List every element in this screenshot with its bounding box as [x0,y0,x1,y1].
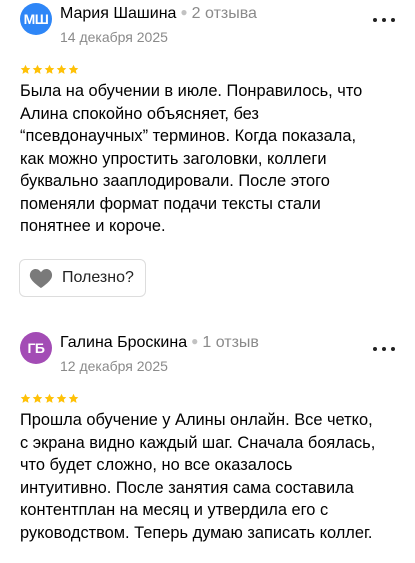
star-icon [32,64,43,74]
review-text-line: контентплан на месяц и утвердила его с [20,501,329,519]
author-name[interactable]: Мария Шашина [60,5,176,22]
review-text: Прошла обучение у Алины онлайн. Все четк… [20,409,405,544]
review-text-line: с экрана видно каждый шаг. Сначала бояла… [20,433,376,452]
star-icon [56,393,67,403]
avatar[interactable]: МШ [20,3,52,35]
separator-dot-icon: ● [180,5,188,19]
more-dots-icon[interactable] [373,344,395,354]
more-dots-icon[interactable] [373,15,395,25]
author-review-count: 2 отзыва [191,5,257,22]
review-text-line: как можно упростить заголовки, коллеги [20,149,327,168]
review-text-line: руководством. Теперь думаю записать колл… [20,523,373,542]
review-text: Была на обучении в июле. Понравилось, чт… [20,80,405,238]
star-icon [20,64,31,74]
avatar[interactable]: ГБ [20,332,52,364]
star-icon [56,64,67,74]
review-text-line: Прошла обучение у Алины онлайн. Все четк… [20,411,373,429]
review-date: 12 декабря 2025 [60,358,168,374]
review-text-line: “псевдонаучных” терминов. Когда показала… [20,127,357,145]
review-text-line: что будет сложно, но все оказалось [20,456,293,474]
star-icon [20,393,31,403]
avatar-initials: ГБ [27,340,46,356]
review-text-line: Была на обучении в июле. Понравилось, чт… [20,82,363,100]
star-icon [68,64,79,74]
heart-icon [29,269,53,288]
helpful-label: Полезно? [62,269,134,286]
helpful-button[interactable]: Полезно? [19,259,146,297]
star-icon [68,393,79,403]
review-text-line: Алина спокойно объясняет, без [20,104,259,123]
avatar-initials: МШ [23,11,49,27]
rating-stars [20,64,79,75]
author-name[interactable]: Галина Броскина [60,334,187,351]
review-text-line: понятнее и короче. [20,217,166,235]
review-date: 14 декабря 2025 [60,29,168,45]
review-text-line: поменяли формат подачи тексты стали [20,194,321,213]
star-icon [32,393,43,403]
separator-dot-icon: ● [191,334,199,348]
author-review-count: 1 отзыв [202,334,259,351]
review-text-line: интуитивно. После занятия сама составила [20,478,354,497]
star-icon [44,393,55,403]
star-icon [44,64,55,74]
review-text-line: буквально зааплодировали. После этого [20,172,330,190]
rating-stars [20,393,79,404]
